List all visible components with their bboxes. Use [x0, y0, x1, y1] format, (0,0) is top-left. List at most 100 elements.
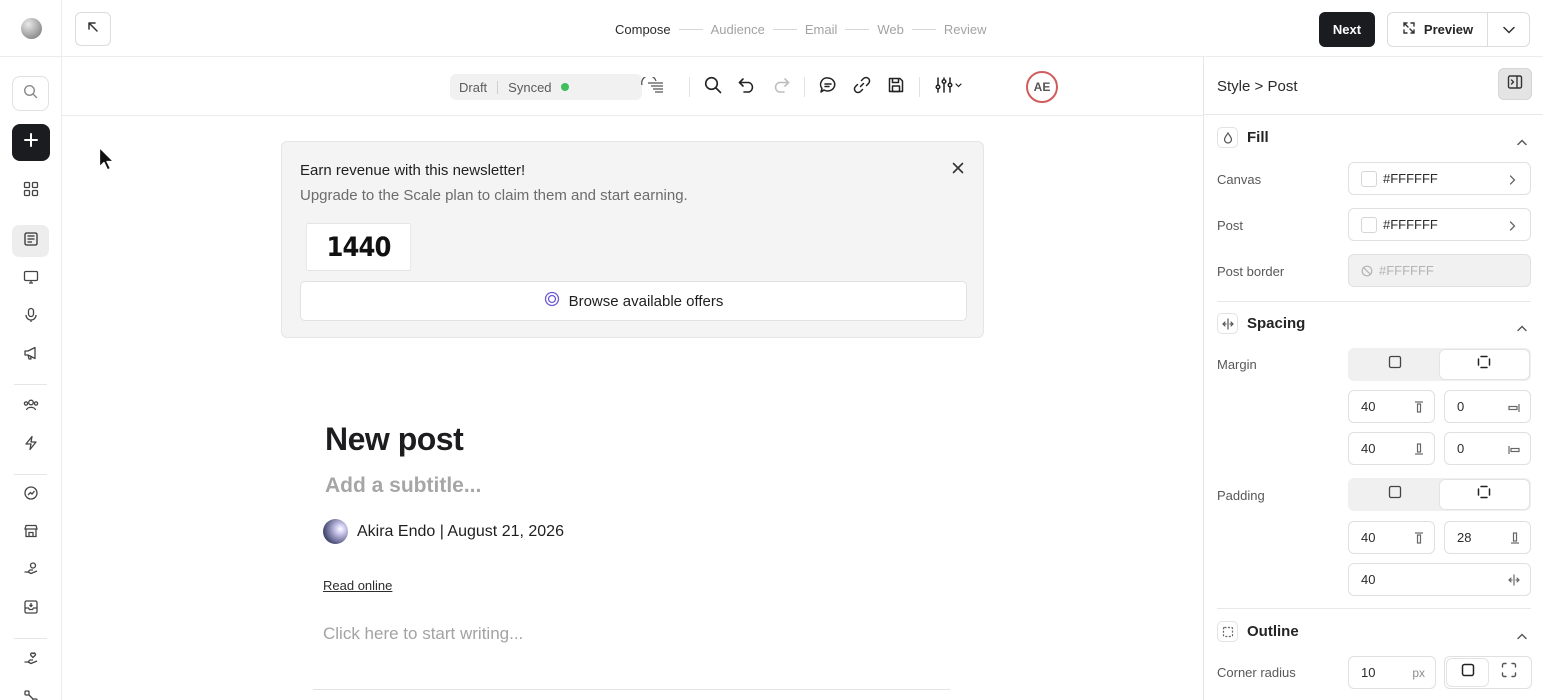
step-email[interactable]: Email — [805, 22, 838, 37]
sidebar-item-shop[interactable] — [12, 517, 49, 549]
corner-radius-input[interactable]: 10 px — [1348, 656, 1436, 689]
nodes-icon — [23, 689, 39, 700]
step-audience[interactable]: Audience — [711, 22, 765, 37]
align-top-icon — [1414, 401, 1424, 416]
square-icon — [1388, 485, 1402, 504]
search-icon — [704, 76, 722, 99]
sidebar-item-podcast[interactable] — [12, 301, 49, 333]
author-avatar — [323, 519, 348, 544]
style-panel: Style > Post Fill Canvas #FFFFFF Post #F… — [1203, 57, 1543, 700]
sidebar-item-website[interactable] — [12, 263, 49, 295]
close-banner-button[interactable] — [949, 161, 967, 179]
sidebar-item-monetize[interactable] — [12, 555, 49, 587]
step-review[interactable]: Review — [944, 22, 987, 37]
link-button[interactable] — [849, 74, 875, 100]
post-subtitle-field[interactable]: Add a subtitle... — [325, 474, 481, 498]
sidebar-item-dashboard[interactable] — [12, 175, 49, 207]
margin-top-input[interactable]: 40 — [1348, 390, 1435, 423]
sidebar-item-automations[interactable] — [12, 429, 49, 461]
margin-bottom-input[interactable]: 40 — [1348, 432, 1435, 465]
text-format-button[interactable] — [640, 74, 666, 100]
settings-dropdown[interactable] — [932, 74, 966, 100]
sliders-icon — [934, 76, 964, 99]
hand-heart-icon — [23, 651, 39, 672]
droplet-icon — [1217, 127, 1238, 148]
read-online-link[interactable]: Read online — [323, 578, 392, 593]
padding-uniform-option[interactable] — [1350, 480, 1440, 509]
user-avatar[interactable]: AE — [1026, 71, 1058, 103]
breadcrumb-parent[interactable]: Style — [1217, 78, 1250, 95]
chevron-up-icon[interactable] — [1517, 133, 1527, 151]
margin-uniform-option[interactable] — [1350, 350, 1440, 379]
sidebar-divider — [14, 638, 47, 639]
chevron-up-icon[interactable] — [1517, 319, 1527, 337]
breadcrumb-separator: > — [1254, 78, 1264, 95]
create-new-button[interactable] — [12, 124, 50, 161]
spacing-icon — [1217, 313, 1238, 334]
outline-section-header[interactable]: Outline — [1217, 621, 1299, 642]
dashed-square-icon — [1217, 621, 1238, 642]
sidebar-item-inbox[interactable] — [12, 593, 49, 625]
post-border-color-value: #FFFFFF — [1379, 263, 1434, 278]
post-border-color-picker[interactable]: #FFFFFF — [1348, 254, 1531, 287]
toggle-panel-button[interactable] — [1498, 68, 1532, 100]
lightning-icon — [23, 435, 39, 456]
canvas-color-value: #FFFFFF — [1383, 171, 1438, 186]
fill-section-title: Fill — [1247, 129, 1269, 146]
margin-individual-option[interactable] — [1439, 350, 1529, 379]
padding-top-input[interactable]: 40 — [1348, 521, 1435, 554]
preview-label: Preview — [1423, 22, 1474, 37]
align-bottom-icon — [1510, 532, 1520, 547]
undo-button[interactable] — [734, 74, 760, 100]
padding-horizontal-input[interactable]: 40 — [1348, 563, 1531, 596]
post-border-label: Post border — [1217, 264, 1285, 279]
padding-bottom-value: 28 — [1457, 530, 1472, 545]
sidebar-item-announcements[interactable] — [12, 339, 49, 371]
canvas-color-picker[interactable]: #FFFFFF — [1348, 162, 1531, 195]
exit-editor-button[interactable] — [75, 12, 111, 46]
post-body-field[interactable]: Click here to start writing... — [323, 624, 523, 644]
fill-section-header[interactable]: Fill — [1217, 127, 1269, 148]
hand-coin-icon — [23, 561, 39, 582]
preview-options-dropdown[interactable] — [1488, 13, 1529, 46]
growth-icon — [23, 485, 39, 506]
advertiser-logo[interactable]: 1440 — [305, 223, 412, 271]
sidebar-item-partners[interactable] — [12, 645, 49, 677]
draft-status: Draft — [459, 79, 488, 95]
post-title[interactable]: New post — [325, 421, 464, 458]
post-color-picker[interactable]: #FFFFFF — [1348, 208, 1531, 241]
monitor-icon — [23, 269, 39, 290]
padding-bottom-input[interactable]: 28 — [1444, 521, 1531, 554]
next-button[interactable]: Next — [1319, 12, 1375, 47]
margin-bottom-value: 40 — [1361, 441, 1376, 456]
comments-button[interactable] — [815, 74, 841, 100]
post-color-value: #FFFFFF — [1383, 217, 1438, 232]
inbox-icon — [23, 599, 39, 620]
browse-offers-button[interactable]: Browse available offers — [300, 281, 967, 321]
step-web[interactable]: Web — [877, 22, 904, 37]
margin-right-input[interactable]: 0 — [1444, 390, 1531, 423]
corner-individual-option[interactable] — [1488, 659, 1529, 686]
app-logo[interactable] — [21, 18, 42, 39]
section-divider — [1217, 301, 1531, 302]
comment-icon — [819, 76, 837, 99]
save-template-button[interactable] — [883, 74, 909, 100]
sidebar-item-integrations[interactable] — [12, 683, 49, 700]
sidebar-item-audience[interactable] — [12, 391, 49, 423]
margin-left-input[interactable]: 0 — [1444, 432, 1531, 465]
panel-breadcrumb: Style > Post — [1217, 78, 1297, 95]
step-compose[interactable]: Compose — [615, 22, 671, 37]
chevron-up-icon[interactable] — [1517, 627, 1527, 645]
redo-button[interactable] — [768, 74, 794, 100]
sidebar-item-growth[interactable] — [12, 479, 49, 511]
sidebar-item-posts[interactable] — [12, 225, 49, 257]
find-button[interactable] — [700, 74, 726, 100]
preview-button[interactable]: Preview — [1388, 13, 1488, 46]
padding-individual-option[interactable] — [1439, 480, 1529, 509]
spacing-section-header[interactable]: Spacing — [1217, 313, 1305, 334]
grid-icon — [23, 181, 39, 202]
search-button[interactable] — [12, 76, 49, 111]
corner-uniform-option[interactable] — [1447, 659, 1488, 686]
top-bar: Compose Audience Email Web Review Next P… — [0, 0, 1543, 57]
search-icon — [23, 84, 38, 104]
